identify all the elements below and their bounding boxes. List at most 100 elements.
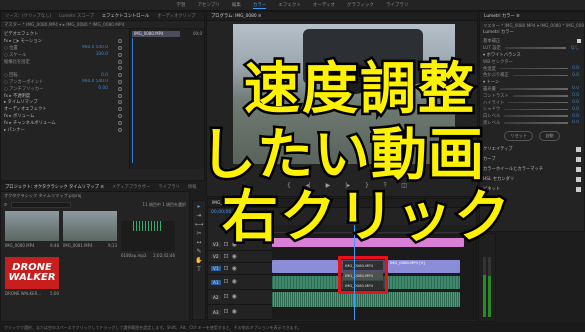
lumetri-value[interactable]: 0.0 xyxy=(572,66,579,71)
slip-tool-icon[interactable]: ↔ xyxy=(196,240,201,246)
lumetri-clip-path[interactable]: マスター * IMG_0080.MP4 ▾ IMG_0080 * IMG_008… xyxy=(480,21,584,29)
track-header[interactable]: A3 ⊡ ◉ xyxy=(208,305,272,320)
lumetri-slider[interactable] xyxy=(508,101,569,104)
clip-path[interactable]: マスター * IMG_0080.MP4 ▾ ▸ IMG_0080 * IMG_0… xyxy=(4,22,124,28)
eye-icon[interactable]: ◉ xyxy=(232,294,237,300)
track-header[interactable]: V1 ⊡ ◉ xyxy=(208,263,272,275)
lumetri-value[interactable]: 0.0 xyxy=(572,93,579,98)
track-header[interactable]: V2 ⊡ ◉ xyxy=(208,251,272,263)
section-checkbox[interactable] xyxy=(576,176,581,182)
lumetri-value[interactable]: なし xyxy=(570,45,579,51)
lumetri-section[interactable]: カーブ xyxy=(483,154,581,164)
video-clip-3[interactable]: IMG_0080.MP4 [V] xyxy=(388,260,460,273)
lumetri-slider[interactable] xyxy=(512,95,569,97)
lumetri-section[interactable]: カラーホイールとカラーマッチ xyxy=(483,164,581,174)
project-tab-3[interactable]: 情報 xyxy=(188,184,197,190)
track-select-tool-icon[interactable]: ⇥ xyxy=(196,213,201,219)
lumetri-value[interactable]: 0.0 xyxy=(572,86,579,91)
workspace-tab-5[interactable]: オーディオ xyxy=(313,2,335,8)
workspace-tab-2[interactable]: 編集 xyxy=(232,2,241,8)
lumetri-section[interactable]: HSL セカンダリ xyxy=(483,174,581,184)
lock-icon[interactable]: ⊡ xyxy=(224,279,229,285)
reset-icon[interactable] xyxy=(118,120,122,125)
project-tab-2[interactable]: ライブラリ xyxy=(158,184,179,190)
lock-icon[interactable]: ⊡ xyxy=(224,265,229,272)
lumetri-slider[interactable] xyxy=(504,47,567,49)
context-menu-item[interactable]: IMG_0080.MP4 xyxy=(343,271,383,280)
lumetri-slider[interactable] xyxy=(504,115,569,117)
lumetri-slider[interactable] xyxy=(512,74,569,77)
source-tab-1[interactable]: Lumetri スコープ xyxy=(59,13,94,19)
section-checkbox[interactable] xyxy=(576,166,581,172)
program-tab[interactable]: プログラム: IMG_0080 ≡ xyxy=(211,13,262,19)
eye-icon[interactable]: ◉ xyxy=(232,309,237,315)
reset-icon[interactable] xyxy=(118,79,122,84)
lumetri-value[interactable]: 0.0 xyxy=(572,114,579,119)
reset-icon[interactable] xyxy=(118,113,122,118)
reset-icon[interactable] xyxy=(118,52,122,57)
lumetri-slider[interactable] xyxy=(504,122,569,124)
context-menu-item[interactable]: IMG_0080.MP4 xyxy=(343,261,383,270)
reset-icon[interactable] xyxy=(118,66,122,71)
source-tab-2[interactable]: エフェクトコントロール xyxy=(102,13,149,19)
project-item[interactable]: 6180ap.mp3 2;02;42;46 xyxy=(121,211,175,258)
lock-icon[interactable]: ⊡ xyxy=(224,253,229,260)
context-menu-item[interactable]: IMG_0080.MP4 xyxy=(343,281,383,290)
section-checkbox[interactable] xyxy=(576,186,581,192)
razor-tool-icon[interactable]: ✂ xyxy=(196,231,201,237)
reset-icon[interactable] xyxy=(118,93,122,98)
eye-icon[interactable]: ◉ xyxy=(232,265,237,272)
workspace-tab-3[interactable]: カラー xyxy=(252,2,267,9)
reset-icon[interactable] xyxy=(118,73,122,78)
section-checkbox[interactable] xyxy=(576,156,581,162)
reset-icon[interactable] xyxy=(118,45,122,50)
context-menu-highlight[interactable]: IMG_0080.MP4 IMG_0080.MP4 IMG_0080.MP4 xyxy=(338,256,388,294)
type-tool-icon[interactable]: T xyxy=(197,267,201,273)
reset-icon[interactable] xyxy=(118,59,122,64)
effect-value[interactable]: 0.00 xyxy=(98,86,108,91)
workspace-tab-0[interactable]: 学習 xyxy=(177,2,186,8)
reset-button[interactable]: リセット xyxy=(504,131,534,142)
lock-icon[interactable]: ⊡ xyxy=(224,309,229,315)
hand-tool-icon[interactable]: ✋ xyxy=(195,258,202,264)
context-menu[interactable]: IMG_0080.MP4 IMG_0080.MP4 IMG_0080.MP4 xyxy=(341,259,385,293)
project-tab-1[interactable]: メディアブラウザー xyxy=(112,184,150,190)
selection-tool-icon[interactable]: ▸ xyxy=(197,204,200,210)
eye-icon[interactable]: ◉ xyxy=(232,253,237,260)
lumetri-slider[interactable] xyxy=(504,108,569,111)
source-tab-0[interactable]: ソース：(クリップなし) xyxy=(5,13,51,19)
lumetri-slider[interactable] xyxy=(499,88,569,90)
workspace-tab-1[interactable]: アセンブリ xyxy=(198,2,220,8)
ripple-edit-tool-icon[interactable]: ⟷ xyxy=(195,222,204,228)
effect-value[interactable]: 960.0 540.0 xyxy=(82,45,108,50)
workspace-tab-6[interactable]: グラフィック xyxy=(347,2,374,8)
drone-walker-item[interactable]: DRONE WALKER DRONE WALKER... 5;00 xyxy=(5,257,59,301)
effect-value[interactable]: 0.0 xyxy=(101,73,108,78)
reset-icon[interactable] xyxy=(118,127,122,132)
playhead-marker[interactable] xyxy=(132,38,133,163)
video-clip-1[interactable] xyxy=(272,260,338,273)
lock-icon[interactable]: ⊡ xyxy=(224,294,229,300)
lumetri-section[interactable]: クリエイティブ xyxy=(483,144,581,154)
reset-icon[interactable] xyxy=(118,100,122,105)
source-tab-3[interactable]: オーディオクリップ xyxy=(157,13,195,19)
section-checkbox[interactable] xyxy=(576,146,581,152)
track-header[interactable]: A1 ⊡ ◉ xyxy=(208,275,272,290)
effect-value[interactable]: 100.0 xyxy=(96,52,108,57)
search-input[interactable] xyxy=(11,201,72,208)
reset-icon[interactable] xyxy=(118,107,122,112)
audio-clip-2[interactable] xyxy=(272,292,460,307)
reset-icon[interactable] xyxy=(118,86,122,91)
section-checkbox[interactable] xyxy=(577,39,581,44)
lumetri-value[interactable]: 0.0 xyxy=(572,100,579,105)
eye-icon[interactable]: ◉ xyxy=(232,279,237,285)
workspace-tab-4[interactable]: エフェクト xyxy=(278,2,301,8)
lumetri-tab[interactable]: Lumetri カラー ≡ xyxy=(484,13,520,19)
auto-button[interactable]: 自動 xyxy=(539,131,560,142)
workspace-tab-7[interactable]: ライブラリ xyxy=(386,2,409,8)
project-item[interactable]: IMG_0080.MP4 9;48 xyxy=(5,211,59,251)
lumetri-value[interactable]: 0.0 xyxy=(572,107,579,112)
lumetri-value[interactable]: 0.0 xyxy=(572,73,579,78)
lumetri-value[interactable]: 0.0 xyxy=(572,120,579,125)
project-tab-0[interactable]: プロジェクト: オクタクラシック タイムリマップ ≡ xyxy=(5,184,104,190)
